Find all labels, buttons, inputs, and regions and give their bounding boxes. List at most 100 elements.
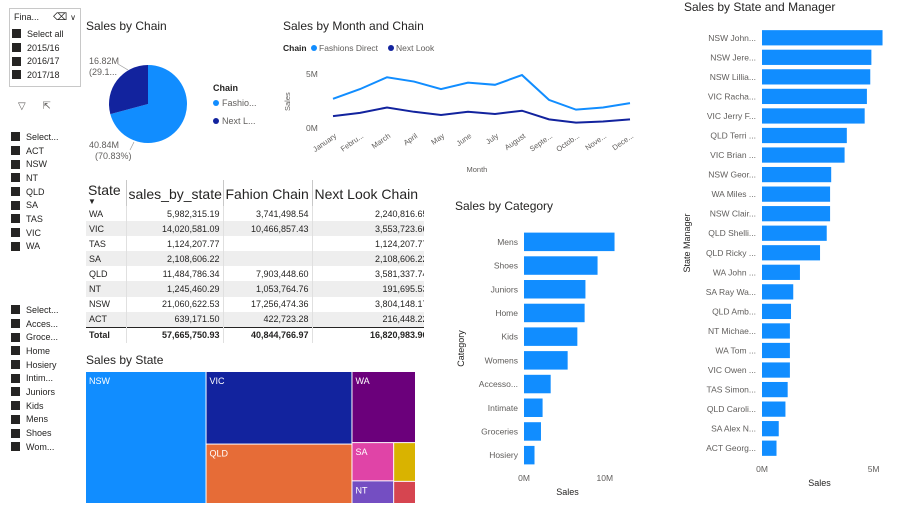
- checkbox[interactable]: [11, 428, 20, 438]
- year-slicer-item[interactable]: 2016/17: [12, 54, 78, 68]
- checkbox[interactable]: [11, 414, 20, 424]
- chevron-down-icon[interactable]: ∨: [70, 13, 76, 22]
- checkbox[interactable]: [11, 346, 20, 356]
- bar[interactable]: [762, 147, 845, 163]
- line-legend-item[interactable]: Next Look: [396, 43, 435, 53]
- state-slicer-item[interactable]: NT: [11, 171, 81, 185]
- bar[interactable]: [524, 351, 568, 370]
- table-row[interactable]: ACT 639,171.50 422,723.28 216,448.22: [86, 311, 424, 328]
- state-slicer-item[interactable]: Select...: [11, 130, 81, 144]
- bar[interactable]: [524, 303, 585, 323]
- year-slicer-header[interactable]: Fina... ⌫ ∨: [9, 8, 81, 25]
- bar[interactable]: [762, 69, 871, 85]
- bar[interactable]: [762, 362, 790, 378]
- table-row[interactable]: QLD 11,484,786.34 7,903,448.60 3,581,337.74: [86, 266, 424, 282]
- line-series-fashions-direct[interactable]: [332, 73, 631, 111]
- state-slicer-item[interactable]: QLD: [11, 185, 81, 199]
- treemap-tile-nsw[interactable]: [86, 372, 206, 503]
- filter-icon[interactable]: ▽: [18, 101, 26, 112]
- year-slicer-item[interactable]: Select all: [12, 27, 78, 41]
- category-slicer-item[interactable]: Juniors: [11, 385, 81, 399]
- state-slicer-item[interactable]: ACT: [11, 144, 81, 158]
- year-slicer-item[interactable]: 2017/18: [12, 68, 78, 82]
- focus-mode-icon[interactable]: ⇱: [42, 101, 50, 112]
- year-slicer-item[interactable]: 2015/16: [12, 41, 78, 55]
- category-slicer-item[interactable]: Groce...: [11, 330, 81, 344]
- checkbox[interactable]: [11, 187, 20, 197]
- table-row[interactable]: WA 5,982,315.19 3,741,498.54 2,240,816.65: [86, 206, 424, 222]
- checkbox[interactable]: [12, 70, 21, 80]
- checkbox[interactable]: [11, 200, 20, 210]
- checkbox[interactable]: [12, 29, 21, 39]
- bar[interactable]: [762, 88, 867, 105]
- bar[interactable]: [762, 264, 800, 280]
- checkbox[interactable]: [11, 173, 20, 183]
- checkbox[interactable]: [12, 56, 21, 66]
- bar[interactable]: [762, 49, 872, 65]
- bar[interactable]: [762, 323, 790, 339]
- bar[interactable]: [762, 303, 792, 320]
- bar[interactable]: [762, 440, 777, 456]
- checkbox[interactable]: [11, 241, 20, 251]
- pie-legend-item[interactable]: Next L...: [222, 116, 256, 126]
- category-slicer-item[interactable]: Select...: [11, 303, 81, 317]
- treemap-tile-act[interactable]: [394, 481, 415, 503]
- state-slicer-item[interactable]: SA: [11, 198, 81, 212]
- eraser-icon[interactable]: ⌫: [53, 12, 67, 23]
- checkbox[interactable]: [12, 43, 21, 53]
- state-slicer-item[interactable]: NSW: [11, 157, 81, 171]
- checkbox[interactable]: [11, 332, 20, 342]
- column-header-next-look-chain[interactable]: Next Look Chain: [312, 180, 424, 206]
- sort-arrow-icon[interactable]: ▼: [88, 198, 124, 206]
- category-slicer-item[interactable]: Hosiery: [11, 358, 81, 372]
- bar[interactable]: [762, 421, 779, 437]
- category-slicer-item[interactable]: Home: [11, 344, 81, 358]
- bar[interactable]: [762, 342, 790, 359]
- column-header-state[interactable]: State ▼: [86, 180, 127, 206]
- state-slicer-item[interactable]: TAS: [11, 212, 81, 226]
- table-row[interactable]: SA 2,108,606.22 2,108,606.22: [86, 251, 424, 267]
- table-row[interactable]: NSW 21,060,622.53 17,256,474.36 3,804,148.1…: [86, 296, 424, 312]
- checkbox[interactable]: [11, 360, 20, 370]
- bar[interactable]: [762, 30, 883, 46]
- pie-legend-item[interactable]: Fashio...: [222, 98, 257, 108]
- bar[interactable]: [762, 108, 865, 124]
- checkbox[interactable]: [11, 228, 20, 238]
- bar[interactable]: [762, 186, 831, 202]
- checkbox[interactable]: [11, 214, 20, 224]
- checkbox[interactable]: [11, 146, 20, 156]
- bar[interactable]: [762, 245, 821, 261]
- bar[interactable]: [762, 401, 786, 417]
- category-slicer-item[interactable]: Shoes: [11, 426, 81, 440]
- bar[interactable]: [762, 225, 827, 241]
- treemap-tile-qld[interactable]: [206, 444, 352, 503]
- bar[interactable]: [524, 445, 535, 465]
- category-slicer-item[interactable]: Wom...: [11, 440, 81, 454]
- checkbox[interactable]: [11, 319, 20, 329]
- bar[interactable]: [524, 232, 615, 252]
- table-row[interactable]: VIC 14,020,581.09 10,466,857.43 3,553,723.6…: [86, 221, 424, 237]
- bar[interactable]: [762, 206, 831, 222]
- bar[interactable]: [524, 374, 551, 394]
- bar[interactable]: [524, 256, 598, 275]
- line-legend-item[interactable]: Fashions Direct: [319, 43, 379, 53]
- checkbox[interactable]: [11, 132, 20, 142]
- treemap-tile-vic[interactable]: [206, 372, 352, 444]
- bar[interactable]: [524, 280, 586, 299]
- checkbox[interactable]: [11, 387, 20, 397]
- category-slicer-item[interactable]: Kids: [11, 399, 81, 413]
- bar[interactable]: [524, 398, 543, 417]
- category-slicer-item[interactable]: Mens: [11, 413, 81, 427]
- table-row[interactable]: NT 1,245,460.29 1,053,764.76 191,695.53: [86, 281, 424, 297]
- state-slicer-item[interactable]: VIC: [11, 226, 81, 240]
- bar[interactable]: [762, 381, 788, 398]
- checkbox[interactable]: [11, 305, 20, 315]
- bar[interactable]: [524, 422, 541, 441]
- table-row[interactable]: TAS 1,124,207.77 1,124,207.77: [86, 236, 424, 252]
- checkbox[interactable]: [11, 373, 20, 383]
- checkbox[interactable]: [11, 401, 20, 411]
- checkbox[interactable]: [11, 442, 20, 452]
- column-header-fashion-chain[interactable]: Fahion Chain: [223, 180, 313, 206]
- bar[interactable]: [762, 166, 832, 183]
- bar[interactable]: [762, 284, 794, 300]
